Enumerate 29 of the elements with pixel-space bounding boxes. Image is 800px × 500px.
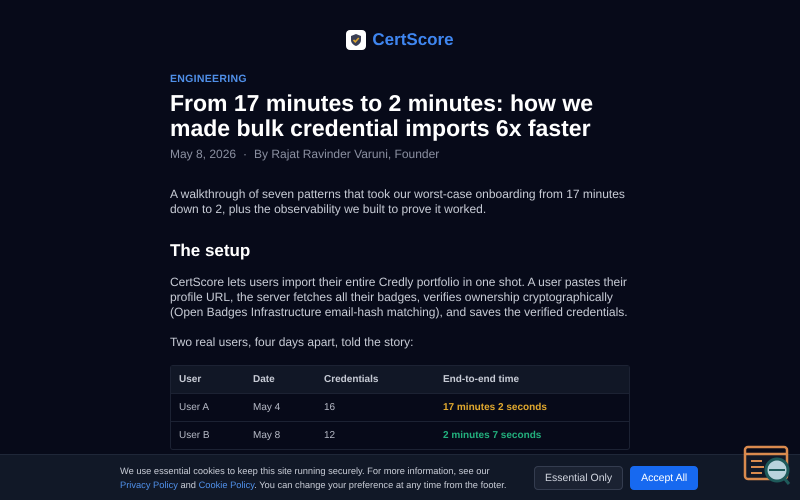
body-paragraph: CertScore lets users import their entire Credly portfolio in one shot. A user pastes their profile URL, the server fetches all their badges, verifies ownership cryptographically (Open Badges Infrastructure email-hash matching), and saves the verified credentials. xyxy=(170,275,629,320)
browser-search-icon[interactable] xyxy=(742,444,792,488)
policy-link[interactable]: Cookie Policy xyxy=(198,480,254,490)
table-cell-text: User B xyxy=(178,430,211,441)
cookie-notice: We use essential cookies to keep this site running securely. For more information, see our Privacy Policy and Cookie Policy. You can change your preference at any time from the footer. xyxy=(120,464,508,492)
meta-separator: · xyxy=(243,147,248,161)
table-cell-text: 16 xyxy=(323,402,336,413)
policy-link[interactable]: Privacy Policy xyxy=(120,480,178,490)
column-header: Date xyxy=(252,374,276,385)
section-heading: The setup xyxy=(170,241,252,261)
column-header: User xyxy=(178,374,202,385)
column-header: Credentials xyxy=(323,374,380,385)
column-header: End-to-end time xyxy=(442,374,520,385)
table-cell-text: 2 minutes 7 seconds xyxy=(442,430,542,441)
essential-button[interactable]: Essential Only xyxy=(534,466,624,490)
table-cell-text: 17 minutes 2 seconds xyxy=(442,402,548,413)
accept-button[interactable]: Accept All xyxy=(630,466,698,490)
table-cell-text: User A xyxy=(178,402,210,413)
category-label: ENGINEERING xyxy=(170,73,248,85)
table-cell-text: May 4 xyxy=(252,402,282,413)
article-title: From 17 minutes to 2 minutes: how we made bulk credential imports 6x faster xyxy=(170,91,594,141)
article-byline: By Rajat Ravinder Varuni, Founder xyxy=(254,147,440,161)
article-date: May 8, 2026 xyxy=(170,147,236,161)
shield-logo-icon xyxy=(346,30,366,50)
lead-paragraph: A walkthrough of seven patterns that took our worst-case onboarding from 17 minutes down to 2, plus the observability we built to prove it worked. xyxy=(170,187,626,217)
brand-name[interactable]: CertScore xyxy=(372,30,454,50)
table-cell-text: 12 xyxy=(323,430,336,441)
table-cell-text: May 8 xyxy=(252,430,282,441)
body-paragraph: Two real users, four days apart, told the story: xyxy=(170,335,414,350)
